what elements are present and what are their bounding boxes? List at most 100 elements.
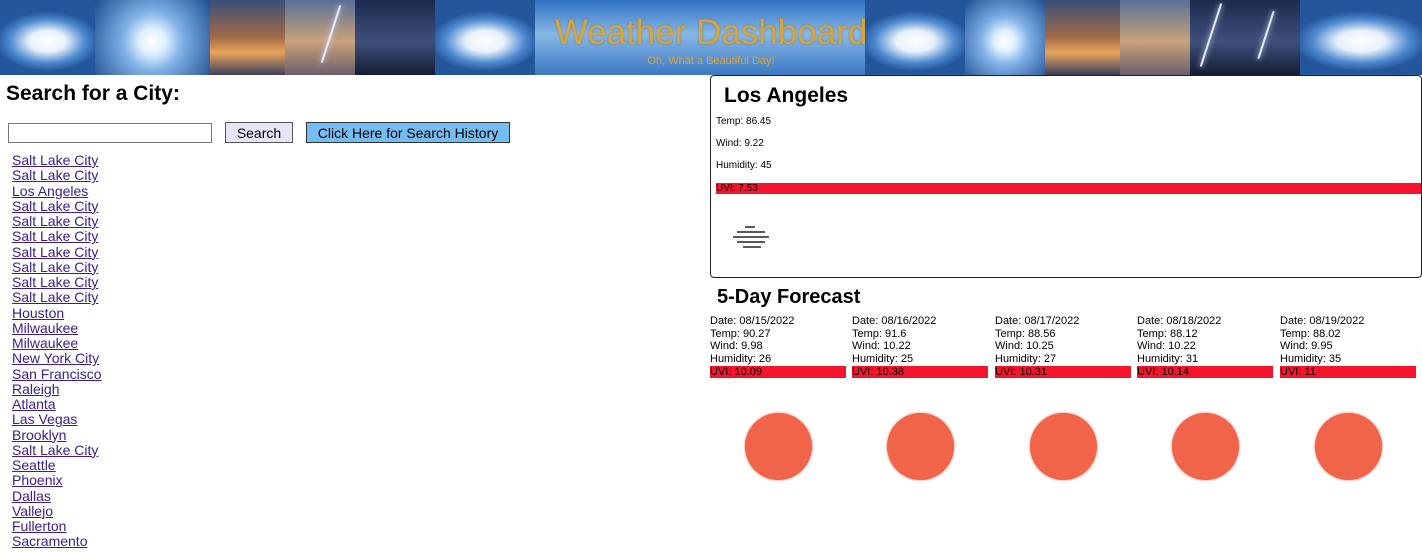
history-city-link[interactable]: Houston [12, 305, 64, 321]
history-city-link[interactable]: Salt Lake City [12, 198, 98, 214]
sun-icon [1315, 413, 1382, 480]
history-city-link[interactable]: Brooklyn [12, 427, 66, 443]
history-item: Fullerton [12, 519, 101, 534]
header-banner: Weather Dashboard Oh, What a Beautiful D… [0, 0, 1422, 75]
search-history-button[interactable]: Click Here for Search History [306, 122, 510, 143]
history-city-link[interactable]: San Francisco [12, 366, 101, 382]
history-item: Salt Lake City [12, 153, 101, 168]
history-city-link[interactable]: Raleigh [12, 381, 59, 397]
history-item: San Francisco [12, 366, 101, 382]
history-item: Milwaukee [12, 320, 101, 336]
history-city-link[interactable]: Fullerton [12, 518, 66, 534]
forecast-uvi: UVI: 10.31 [995, 365, 1131, 378]
history-city-link[interactable]: Dallas [12, 488, 51, 504]
forecast-uvi: UVI: 10.38 [852, 365, 988, 378]
history-city-link[interactable]: Milwaukee [12, 335, 78, 351]
forecast-wind: Wind: 9.95 [1280, 340, 1333, 353]
forecast-card: Date: 08/16/2022 Temp: 91.6 Wind: 10.22 Hum… [852, 315, 989, 480]
history-item: Brooklyn [12, 427, 101, 443]
history-city-link[interactable]: Salt Lake City [12, 244, 98, 260]
history-item: Dallas [12, 488, 101, 504]
forecast-humidity: Humidity: 25 [852, 353, 914, 366]
history-city-link[interactable]: Las Vegas [12, 411, 77, 427]
current-wind: Wind: 9.22 [716, 138, 764, 149]
history-city-link[interactable]: Salt Lake City [12, 167, 98, 183]
forecast-date: Date: 08/17/2022 [995, 315, 1080, 327]
current-temp: Temp: 86.45 [716, 116, 772, 127]
history-city-link[interactable]: Salt Lake City [12, 259, 98, 275]
forecast-temp: Temp: 88.12 [1137, 327, 1198, 340]
history-city-link[interactable]: Salt Lake City [12, 442, 98, 458]
forecast-temp: Temp: 91.6 [852, 327, 907, 340]
forecast-wind: Wind: 10.22 [1137, 340, 1196, 353]
forecast-card: Date: 08/18/2022 Temp: 88.12 Wind: 10.22 Hu… [1137, 315, 1274, 480]
history-city-link[interactable]: Los Angeles [12, 183, 88, 199]
search-history-list: Salt Lake City Salt Lake City Los Angeles S… [12, 153, 101, 550]
history-item: Salt Lake City [12, 198, 101, 214]
page-title: Weather Dashboard [554, 13, 868, 52]
current-humidity: Humidity: 45 [716, 160, 772, 171]
history-city-link[interactable]: Salt Lake City [12, 152, 98, 168]
forecast-humidity: Humidity: 27 [995, 353, 1057, 366]
forecast-humidity: Humidity: 31 [1137, 353, 1199, 366]
sun-icon [1172, 413, 1239, 480]
history-city-link[interactable]: New York City [12, 350, 99, 366]
page-subtitle: Oh, What a Beautiful Day! [647, 55, 775, 67]
history-item: Salt Lake City [12, 244, 101, 260]
history-item: Milwaukee [12, 336, 101, 351]
history-city-link[interactable]: Salt Lake City [12, 213, 98, 229]
history-item: Salt Lake City [12, 259, 101, 275]
history-item: Houston [12, 305, 101, 321]
forecast-date: Date: 08/15/2022 [710, 315, 795, 327]
history-item: Salt Lake City [12, 214, 101, 229]
history-item: Vallejo [12, 503, 101, 519]
history-city-link[interactable]: Phoenix [12, 472, 63, 488]
forecast-temp: Temp: 88.56 [995, 327, 1056, 340]
city-search-input[interactable] [8, 123, 212, 143]
history-city-link[interactable]: Vallejo [12, 503, 53, 519]
forecast-card: Date: 08/15/2022 Temp: 90.27 Wind: 9.98 Hum… [710, 315, 847, 480]
forecast-temp: Temp: 90.27 [710, 327, 771, 340]
forecast-card: Date: 08/19/2022 Temp: 88.02 Wind: 9.95 Hum… [1280, 315, 1417, 480]
forecast-humidity: Humidity: 26 [710, 353, 772, 366]
history-city-link[interactable]: Atlanta [12, 396, 56, 412]
forecast-date: Date: 08/18/2022 [1137, 315, 1222, 327]
search-heading: Search for a City: [6, 82, 180, 105]
city-name: Los Angeles [724, 84, 849, 107]
forecast-uvi: UVI: 10.14 [1137, 365, 1273, 378]
forecast-uvi: UVI: 11 [1280, 365, 1416, 378]
history-item: Salt Lake City [12, 290, 101, 305]
forecast-date: Date: 08/19/2022 [1280, 315, 1365, 327]
forecast-date: Date: 08/16/2022 [852, 315, 937, 327]
history-city-link[interactable]: Milwaukee [12, 320, 78, 336]
history-item: Atlanta [12, 397, 101, 412]
history-item: Salt Lake City [12, 229, 101, 244]
history-item: Seattle [12, 458, 101, 473]
forecast-wind: Wind: 9.98 [710, 340, 763, 353]
history-city-link[interactable]: Sacramento [12, 533, 87, 549]
current-uvi: UVI: 7.53 [716, 183, 1421, 194]
sun-icon [745, 413, 812, 480]
forecast-card: Date: 08/17/2022 Temp: 88.56 Wind: 10.25 Hu… [995, 315, 1132, 480]
search-button[interactable]: Search [225, 122, 293, 143]
history-item: Los Angeles [12, 183, 101, 199]
history-item: Las Vegas [12, 412, 101, 427]
fog-icon [733, 226, 769, 252]
forecast-temp: Temp: 88.02 [1280, 327, 1341, 340]
forecast-wind: Wind: 10.25 [995, 340, 1054, 353]
sun-icon [1030, 413, 1097, 480]
history-city-link[interactable]: Salt Lake City [12, 228, 98, 244]
history-item: Raleigh [12, 381, 101, 397]
history-item: New York City [12, 351, 101, 366]
forecast-heading: 5-Day Forecast [717, 286, 861, 308]
history-item: Salt Lake City [12, 275, 101, 290]
history-city-link[interactable]: Salt Lake City [12, 289, 98, 305]
history-item: Salt Lake City [12, 442, 101, 458]
forecast-wind: Wind: 10.22 [852, 340, 911, 353]
history-city-link[interactable]: Salt Lake City [12, 274, 98, 290]
forecast-uvi: UVI: 10.09 [710, 365, 846, 378]
history-item: Sacramento [12, 534, 101, 549]
sun-icon [887, 413, 954, 480]
history-city-link[interactable]: Seattle [12, 457, 56, 473]
history-item: Salt Lake City [12, 168, 101, 183]
